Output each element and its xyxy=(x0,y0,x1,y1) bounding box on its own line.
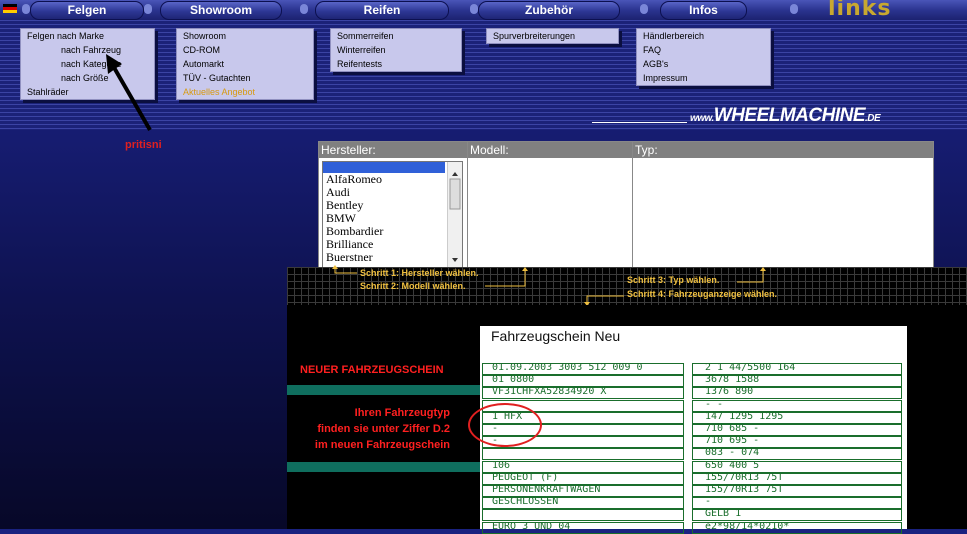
step-arrows-icon xyxy=(332,265,766,306)
nav-zubehoer[interactable]: Zubehör xyxy=(478,1,620,20)
modell-listbox[interactable] xyxy=(468,158,632,266)
infos-menu: Händlerbereich FAQ AGB's Impressum xyxy=(636,28,771,86)
menu-item-reifentests[interactable]: Reifentests xyxy=(331,57,461,71)
hersteller-label: Hersteller: xyxy=(319,142,467,158)
instruction-note: Ihren Fahrzeugtyp finden sie unter Ziffe… xyxy=(287,405,450,453)
doc-field-box xyxy=(692,436,902,449)
doc-field-box xyxy=(692,387,902,400)
note-line: im neuen Fahrzeugschein xyxy=(314,439,450,451)
note-line: finden sie unter Ziffer D.2 xyxy=(317,423,450,435)
doc-field-box xyxy=(482,375,684,388)
doc-field-box xyxy=(692,411,902,424)
doc-field-box xyxy=(482,363,684,375)
brand-underline xyxy=(592,122,687,123)
menu-item-cd-rom[interactable]: CD-ROM xyxy=(177,43,313,57)
menu-item-faq[interactable]: FAQ xyxy=(637,43,770,57)
doc-title: Fahrzeugschein Neu xyxy=(491,328,621,344)
doc-field-box xyxy=(692,472,902,485)
doc-field-box xyxy=(692,485,902,497)
menu-item-spurverbreiterungen[interactable]: Spurverbreiterungen xyxy=(487,29,618,43)
doc-field-box xyxy=(692,509,902,522)
menu-item-automarkt[interactable]: Automarkt xyxy=(177,57,313,71)
modell-label: Modell: xyxy=(468,142,632,158)
menu-item-sommerreifen[interactable]: Sommerreifen xyxy=(331,29,461,43)
nav-separator-icon xyxy=(640,4,648,14)
doc-field-box xyxy=(692,448,902,461)
doc-field-box xyxy=(482,521,684,534)
menu-item-impressum[interactable]: Impressum xyxy=(637,71,770,85)
german-flag-icon[interactable] xyxy=(3,4,17,13)
modell-panel: Modell: xyxy=(467,141,633,269)
menu-item-agb[interactable]: AGB's xyxy=(637,57,770,71)
typ-label: Typ: xyxy=(633,142,933,158)
menu-item-haendlerbereich[interactable]: Händlerbereich xyxy=(637,29,770,43)
menu-item-winterreifen[interactable]: Winterreifen xyxy=(331,43,461,57)
reifen-menu: Sommerreifen Winterreifen Reifentests xyxy=(330,28,462,72)
annotation-label: pritisni xyxy=(125,139,162,151)
nav-separator-icon xyxy=(300,4,308,14)
brand-suffix: .DE xyxy=(865,113,881,124)
doc-field-box xyxy=(482,485,684,497)
doc-field-box xyxy=(692,363,902,375)
zubehoer-menu: Spurverbreiterungen xyxy=(486,28,619,44)
doc-field-box xyxy=(692,375,902,388)
doc-field-box xyxy=(692,497,902,510)
menu-item-felgen-nach-marke[interactable]: Felgen nach Marke xyxy=(21,29,154,43)
nav-separator-icon xyxy=(470,4,478,14)
black-arrow-icon xyxy=(106,54,152,131)
top-navigation: Felgen Showroom Reifen Zubehör Infos lin… xyxy=(0,0,967,21)
menu-item-tuev-gutachten[interactable]: TÜV - Gutachten xyxy=(177,71,313,85)
nav-reifen[interactable]: Reifen xyxy=(315,1,449,20)
nav-felgen[interactable]: Felgen xyxy=(30,1,144,20)
doc-field-box xyxy=(692,424,902,436)
typ-listbox[interactable] xyxy=(633,158,933,266)
brand-main: WHEELMACHINE xyxy=(713,105,866,126)
teal-divider xyxy=(287,462,480,472)
highlight-ellipse xyxy=(468,403,542,447)
doc-field-box xyxy=(482,472,684,485)
doc-field-box xyxy=(482,509,684,522)
scrollbar-arrows-icon xyxy=(449,172,461,262)
nav-infos[interactable]: Infos xyxy=(660,1,747,20)
doc-field-box xyxy=(692,460,902,473)
doc-field-box xyxy=(482,497,684,510)
menu-item-showroom[interactable]: Showroom xyxy=(177,29,313,43)
hersteller-panel: Hersteller: AlfaRomeo Audi Bentley BMW B… xyxy=(318,141,468,269)
nav-showroom[interactable]: Showroom xyxy=(160,1,282,20)
note-line: Ihren Fahrzeugtyp xyxy=(354,407,450,419)
doc-field-box xyxy=(482,387,684,400)
menu-item-aktuelles-angebot[interactable]: Aktuelles Angebot xyxy=(177,85,313,99)
doc-field-box xyxy=(482,448,684,461)
nav-separator-icon xyxy=(22,4,30,14)
showroom-menu: Showroom CD-ROM Automarkt TÜV - Gutachte… xyxy=(176,28,314,100)
doc-field-box xyxy=(692,399,902,412)
hersteller-listbox[interactable]: AlfaRomeo Audi Bentley BMW Bombardier Br… xyxy=(322,161,463,268)
neu-heading: NEUER FAHRZEUGSCHEIN xyxy=(300,364,444,376)
links-logo[interactable]: links xyxy=(828,0,891,21)
wheelmachine-logo[interactable]: www.WHEELMACHINE.DE xyxy=(690,105,881,127)
fahrzeugschein-image: Fahrzeugschein Neu 01.09.2003 3003 512 0… xyxy=(480,326,907,534)
nav-separator-icon xyxy=(144,4,152,14)
listbox-scrollbar[interactable] xyxy=(447,162,462,267)
nav-separator-icon xyxy=(790,4,798,14)
doc-body: 01.09.2003 3003 512 009 02 1 44/5500 164… xyxy=(480,358,907,534)
doc-field-box xyxy=(692,521,902,534)
teal-divider xyxy=(287,385,480,395)
doc-field-box xyxy=(482,460,684,473)
typ-panel: Typ: xyxy=(632,141,934,269)
brand-prefix: www. xyxy=(690,113,714,124)
